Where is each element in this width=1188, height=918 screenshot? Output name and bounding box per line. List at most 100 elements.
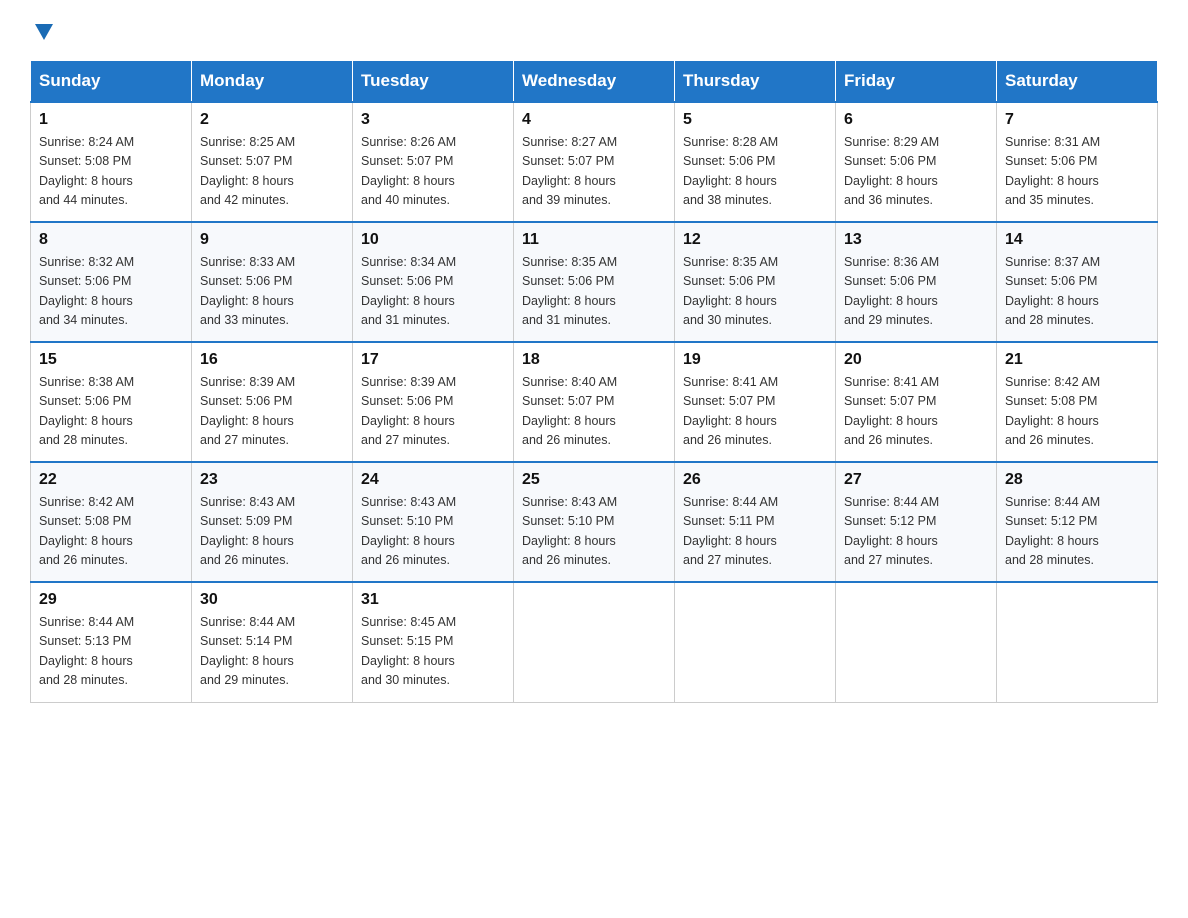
calendar-day-cell: 14 Sunrise: 8:37 AMSunset: 5:06 PMDayligh… bbox=[997, 222, 1158, 342]
day-number: 18 bbox=[522, 351, 666, 369]
calendar-day-cell: 18Sunrise: 8:40 AMSunset: 5:07 PMDayligh… bbox=[514, 342, 675, 462]
calendar-day-cell: 20Sunrise: 8:41 AMSunset: 5:07 PMDayligh… bbox=[836, 342, 997, 462]
day-number: 3 bbox=[361, 111, 505, 129]
weekday-header-wednesday: Wednesday bbox=[514, 61, 675, 103]
calendar-day-cell: 15Sunrise: 8:38 AMSunset: 5:06 PMDayligh… bbox=[31, 342, 192, 462]
calendar-day-cell: 8 Sunrise: 8:32 AMSunset: 5:06 PMDaylight… bbox=[31, 222, 192, 342]
calendar-week-row: 8 Sunrise: 8:32 AMSunset: 5:06 PMDaylight… bbox=[31, 222, 1158, 342]
day-info: Sunrise: 8:42 AMSunset: 5:08 PMDaylight:… bbox=[39, 493, 183, 571]
weekday-header-friday: Friday bbox=[836, 61, 997, 103]
day-number: 8 bbox=[39, 231, 183, 249]
day-info: Sunrise: 8:43 AMSunset: 5:10 PMDaylight:… bbox=[361, 493, 505, 571]
calendar-day-cell: 22 Sunrise: 8:42 AMSunset: 5:08 PMDayligh… bbox=[31, 462, 192, 582]
day-number: 16 bbox=[200, 351, 344, 369]
calendar-day-cell: 7Sunrise: 8:31 AMSunset: 5:06 PMDaylight… bbox=[997, 102, 1158, 222]
calendar-week-row: 29 Sunrise: 8:44 AMSunset: 5:13 PMDayligh… bbox=[31, 582, 1158, 702]
day-info: Sunrise: 8:39 AMSunset: 5:06 PMDaylight:… bbox=[361, 373, 505, 451]
day-info: Sunrise: 8:44 AMSunset: 5:12 PMDaylight:… bbox=[844, 493, 988, 571]
day-number: 19 bbox=[683, 351, 827, 369]
calendar-week-row: 1 Sunrise: 8:24 AMSunset: 5:08 PMDaylight… bbox=[31, 102, 1158, 222]
day-number: 7 bbox=[1005, 111, 1149, 129]
day-info: Sunrise: 8:34 AMSunset: 5:06 PMDaylight:… bbox=[361, 253, 505, 331]
calendar-day-cell: 5 Sunrise: 8:28 AMSunset: 5:06 PMDaylight… bbox=[675, 102, 836, 222]
day-number: 22 bbox=[39, 471, 183, 489]
day-info: Sunrise: 8:42 AMSunset: 5:08 PMDaylight:… bbox=[1005, 373, 1149, 451]
calendar-day-cell: 23 Sunrise: 8:43 AMSunset: 5:09 PMDayligh… bbox=[192, 462, 353, 582]
day-number: 11 bbox=[522, 231, 666, 249]
empty-cell bbox=[675, 582, 836, 702]
empty-cell bbox=[997, 582, 1158, 702]
day-number: 29 bbox=[39, 591, 183, 609]
day-number: 28 bbox=[1005, 471, 1149, 489]
day-info: Sunrise: 8:33 AMSunset: 5:06 PMDaylight:… bbox=[200, 253, 344, 331]
calendar-day-cell: 30Sunrise: 8:44 AMSunset: 5:14 PMDayligh… bbox=[192, 582, 353, 702]
day-number: 26 bbox=[683, 471, 827, 489]
weekday-header-saturday: Saturday bbox=[997, 61, 1158, 103]
day-number: 31 bbox=[361, 591, 505, 609]
day-number: 5 bbox=[683, 111, 827, 129]
weekday-header-tuesday: Tuesday bbox=[353, 61, 514, 103]
calendar-day-cell: 26Sunrise: 8:44 AMSunset: 5:11 PMDayligh… bbox=[675, 462, 836, 582]
calendar-day-cell: 28 Sunrise: 8:44 AMSunset: 5:12 PMDayligh… bbox=[997, 462, 1158, 582]
day-number: 17 bbox=[361, 351, 505, 369]
calendar-header-row: SundayMondayTuesdayWednesdayThursdayFrid… bbox=[31, 61, 1158, 103]
day-number: 24 bbox=[361, 471, 505, 489]
day-info: Sunrise: 8:32 AMSunset: 5:06 PMDaylight:… bbox=[39, 253, 183, 331]
day-info: Sunrise: 8:36 AMSunset: 5:06 PMDaylight:… bbox=[844, 253, 988, 331]
calendar-day-cell: 27 Sunrise: 8:44 AMSunset: 5:12 PMDayligh… bbox=[836, 462, 997, 582]
calendar-day-cell: 9 Sunrise: 8:33 AMSunset: 5:06 PMDaylight… bbox=[192, 222, 353, 342]
day-info: Sunrise: 8:43 AMSunset: 5:10 PMDaylight:… bbox=[522, 493, 666, 571]
day-info: Sunrise: 8:24 AMSunset: 5:08 PMDaylight:… bbox=[39, 133, 183, 211]
day-info: Sunrise: 8:43 AMSunset: 5:09 PMDaylight:… bbox=[200, 493, 344, 571]
day-number: 21 bbox=[1005, 351, 1149, 369]
calendar-day-cell: 1 Sunrise: 8:24 AMSunset: 5:08 PMDaylight… bbox=[31, 102, 192, 222]
calendar-day-cell: 17 Sunrise: 8:39 AMSunset: 5:06 PMDayligh… bbox=[353, 342, 514, 462]
calendar-day-cell: 12 Sunrise: 8:35 AMSunset: 5:06 PMDayligh… bbox=[675, 222, 836, 342]
calendar-day-cell: 25 Sunrise: 8:43 AMSunset: 5:10 PMDayligh… bbox=[514, 462, 675, 582]
day-info: Sunrise: 8:44 AMSunset: 5:12 PMDaylight:… bbox=[1005, 493, 1149, 571]
calendar-day-cell: 29 Sunrise: 8:44 AMSunset: 5:13 PMDayligh… bbox=[31, 582, 192, 702]
day-info: Sunrise: 8:44 AMSunset: 5:13 PMDaylight:… bbox=[39, 613, 183, 691]
day-number: 10 bbox=[361, 231, 505, 249]
day-number: 1 bbox=[39, 111, 183, 129]
calendar-day-cell: 10 Sunrise: 8:34 AMSunset: 5:06 PMDayligh… bbox=[353, 222, 514, 342]
day-info: Sunrise: 8:35 AMSunset: 5:06 PMDaylight:… bbox=[683, 253, 827, 331]
day-info: Sunrise: 8:37 AMSunset: 5:06 PMDaylight:… bbox=[1005, 253, 1149, 331]
day-number: 15 bbox=[39, 351, 183, 369]
empty-cell bbox=[836, 582, 997, 702]
day-info: Sunrise: 8:35 AMSunset: 5:06 PMDaylight:… bbox=[522, 253, 666, 331]
weekday-header-thursday: Thursday bbox=[675, 61, 836, 103]
day-info: Sunrise: 8:45 AMSunset: 5:15 PMDaylight:… bbox=[361, 613, 505, 691]
day-info: Sunrise: 8:29 AMSunset: 5:06 PMDaylight:… bbox=[844, 133, 988, 211]
day-number: 9 bbox=[200, 231, 344, 249]
day-number: 2 bbox=[200, 111, 344, 129]
calendar-day-cell: 11 Sunrise: 8:35 AMSunset: 5:06 PMDayligh… bbox=[514, 222, 675, 342]
calendar-day-cell: 19 Sunrise: 8:41 AMSunset: 5:07 PMDayligh… bbox=[675, 342, 836, 462]
day-info: Sunrise: 8:25 AMSunset: 5:07 PMDaylight:… bbox=[200, 133, 344, 211]
day-info: Sunrise: 8:41 AMSunset: 5:07 PMDaylight:… bbox=[683, 373, 827, 451]
calendar-day-cell: 24 Sunrise: 8:43 AMSunset: 5:10 PMDayligh… bbox=[353, 462, 514, 582]
calendar-table: SundayMondayTuesdayWednesdayThursdayFrid… bbox=[30, 60, 1158, 703]
day-number: 30 bbox=[200, 591, 344, 609]
calendar-week-row: 15Sunrise: 8:38 AMSunset: 5:06 PMDayligh… bbox=[31, 342, 1158, 462]
calendar-day-cell: 6 Sunrise: 8:29 AMSunset: 5:06 PMDaylight… bbox=[836, 102, 997, 222]
day-number: 14 bbox=[1005, 231, 1149, 249]
day-number: 13 bbox=[844, 231, 988, 249]
day-info: Sunrise: 8:28 AMSunset: 5:06 PMDaylight:… bbox=[683, 133, 827, 211]
day-number: 23 bbox=[200, 471, 344, 489]
day-number: 4 bbox=[522, 111, 666, 129]
calendar-day-cell: 16 Sunrise: 8:39 AMSunset: 5:06 PMDayligh… bbox=[192, 342, 353, 462]
day-number: 27 bbox=[844, 471, 988, 489]
day-info: Sunrise: 8:39 AMSunset: 5:06 PMDaylight:… bbox=[200, 373, 344, 451]
calendar-week-row: 22 Sunrise: 8:42 AMSunset: 5:08 PMDayligh… bbox=[31, 462, 1158, 582]
logo-triangle-icon bbox=[35, 24, 53, 40]
weekday-header-sunday: Sunday bbox=[31, 61, 192, 103]
day-number: 12 bbox=[683, 231, 827, 249]
day-number: 25 bbox=[522, 471, 666, 489]
day-info: Sunrise: 8:27 AMSunset: 5:07 PMDaylight:… bbox=[522, 133, 666, 211]
calendar-day-cell: 2 Sunrise: 8:25 AMSunset: 5:07 PMDaylight… bbox=[192, 102, 353, 222]
day-number: 6 bbox=[844, 111, 988, 129]
day-info: Sunrise: 8:26 AMSunset: 5:07 PMDaylight:… bbox=[361, 133, 505, 211]
calendar-day-cell: 31 Sunrise: 8:45 AMSunset: 5:15 PMDayligh… bbox=[353, 582, 514, 702]
day-number: 20 bbox=[844, 351, 988, 369]
